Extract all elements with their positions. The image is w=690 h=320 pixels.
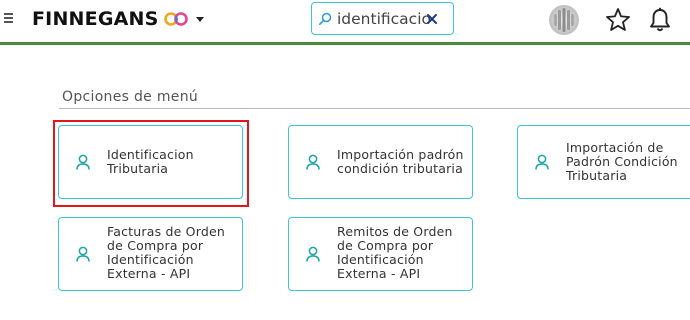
person-icon [535,154,549,170]
label-line: condición tributaria [337,161,463,176]
section-title: Opciones de menú [62,89,199,105]
menu-card-importacion-padron-condicion[interactable]: Importación padrón condición tributaria [288,125,473,199]
menu-card-label: Facturas de Orden de Compra por Identifi… [107,225,239,281]
label-line: Importación padrón [337,147,464,162]
brand-name: FINNEGANS [32,8,159,30]
person-icon [76,246,90,262]
search-box [311,2,454,35]
label-line: de Compra por [107,238,204,253]
menu-card-importacion-de-padron-condicion-tributaria[interactable]: Importación de Padrón Condición Tributar… [517,125,690,199]
label-line: Facturas de Orden [107,224,225,239]
person-icon [306,154,320,170]
brand-selector[interactable]: FINNEGANS [32,7,204,31]
section-divider [59,108,690,109]
menu-card-remitos-de-orden-de-compra[interactable]: Remitos de Orden de Compra por Identific… [288,217,473,291]
label-line: Importación de [566,140,664,155]
label-line: de Compra por [337,238,434,253]
label-line: Padrón Condición [566,154,678,169]
menu-card-label: Importación padrón condición tributaria [337,148,469,176]
selection-highlight [53,120,249,207]
search-input[interactable] [337,7,433,31]
label-line: Remitos de Orden [337,224,453,239]
menu-card-label: Importación de Padrón Condición Tributar… [566,141,690,183]
star-icon[interactable] [605,7,631,33]
header-divider [0,42,690,45]
search-icon [318,12,332,25]
top-bar: FINNEGANS [0,0,690,44]
bell-icon[interactable] [648,7,672,33]
user-avatar[interactable] [548,4,580,36]
menu-card-label: Remitos de Orden de Compra por Identific… [337,225,469,281]
label-line: Externa - API [107,266,191,281]
label-line: Identificación [107,252,194,267]
label-line: Identificación [337,252,424,267]
chevron-down-icon [195,16,204,22]
brand-logo-icon [163,12,188,26]
label-line: Externa - API [337,266,421,281]
menu-card-facturas-de-orden-de-compra[interactable]: Facturas de Orden de Compra por Identifi… [58,217,243,291]
person-icon [306,246,320,262]
hamburger-menu-icon[interactable] [4,13,14,23]
label-line: Tributaria [566,168,628,183]
clear-search-icon[interactable] [425,12,439,26]
